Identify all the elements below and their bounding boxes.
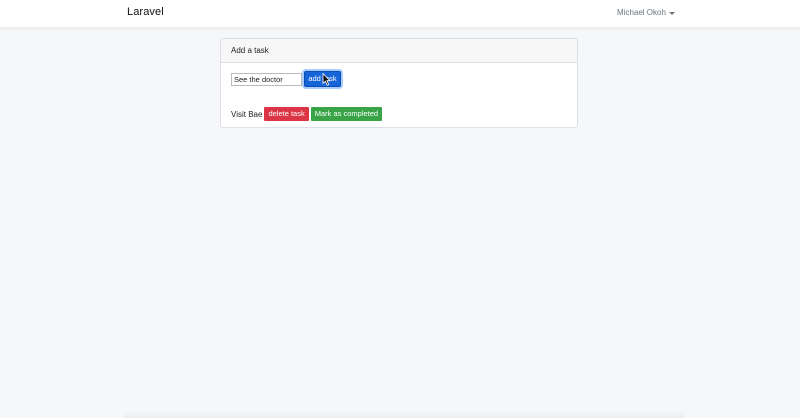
card-header: Add a task: [221, 39, 577, 63]
caret-down-icon: [668, 11, 675, 15]
top-navbar: Laravel Michael Okoh: [0, 0, 800, 28]
task-text: Visit Bae: [231, 109, 263, 119]
delete-task-button[interactable]: delete task: [264, 107, 309, 121]
mark-completed-button[interactable]: Mark as completed: [310, 107, 383, 121]
user-name: Michael Okoh: [617, 8, 666, 17]
add-task-button[interactable]: add task: [304, 71, 341, 87]
user-dropdown[interactable]: Michael Okoh: [617, 8, 675, 17]
task-card: Add a task add task Visit Bae delete tas…: [220, 38, 578, 128]
brand-link[interactable]: Laravel: [127, 6, 164, 18]
task-item: Visit Bae delete task Mark as completed: [231, 107, 384, 121]
bottom-shadow: [125, 410, 685, 418]
task-input[interactable]: [231, 73, 302, 86]
